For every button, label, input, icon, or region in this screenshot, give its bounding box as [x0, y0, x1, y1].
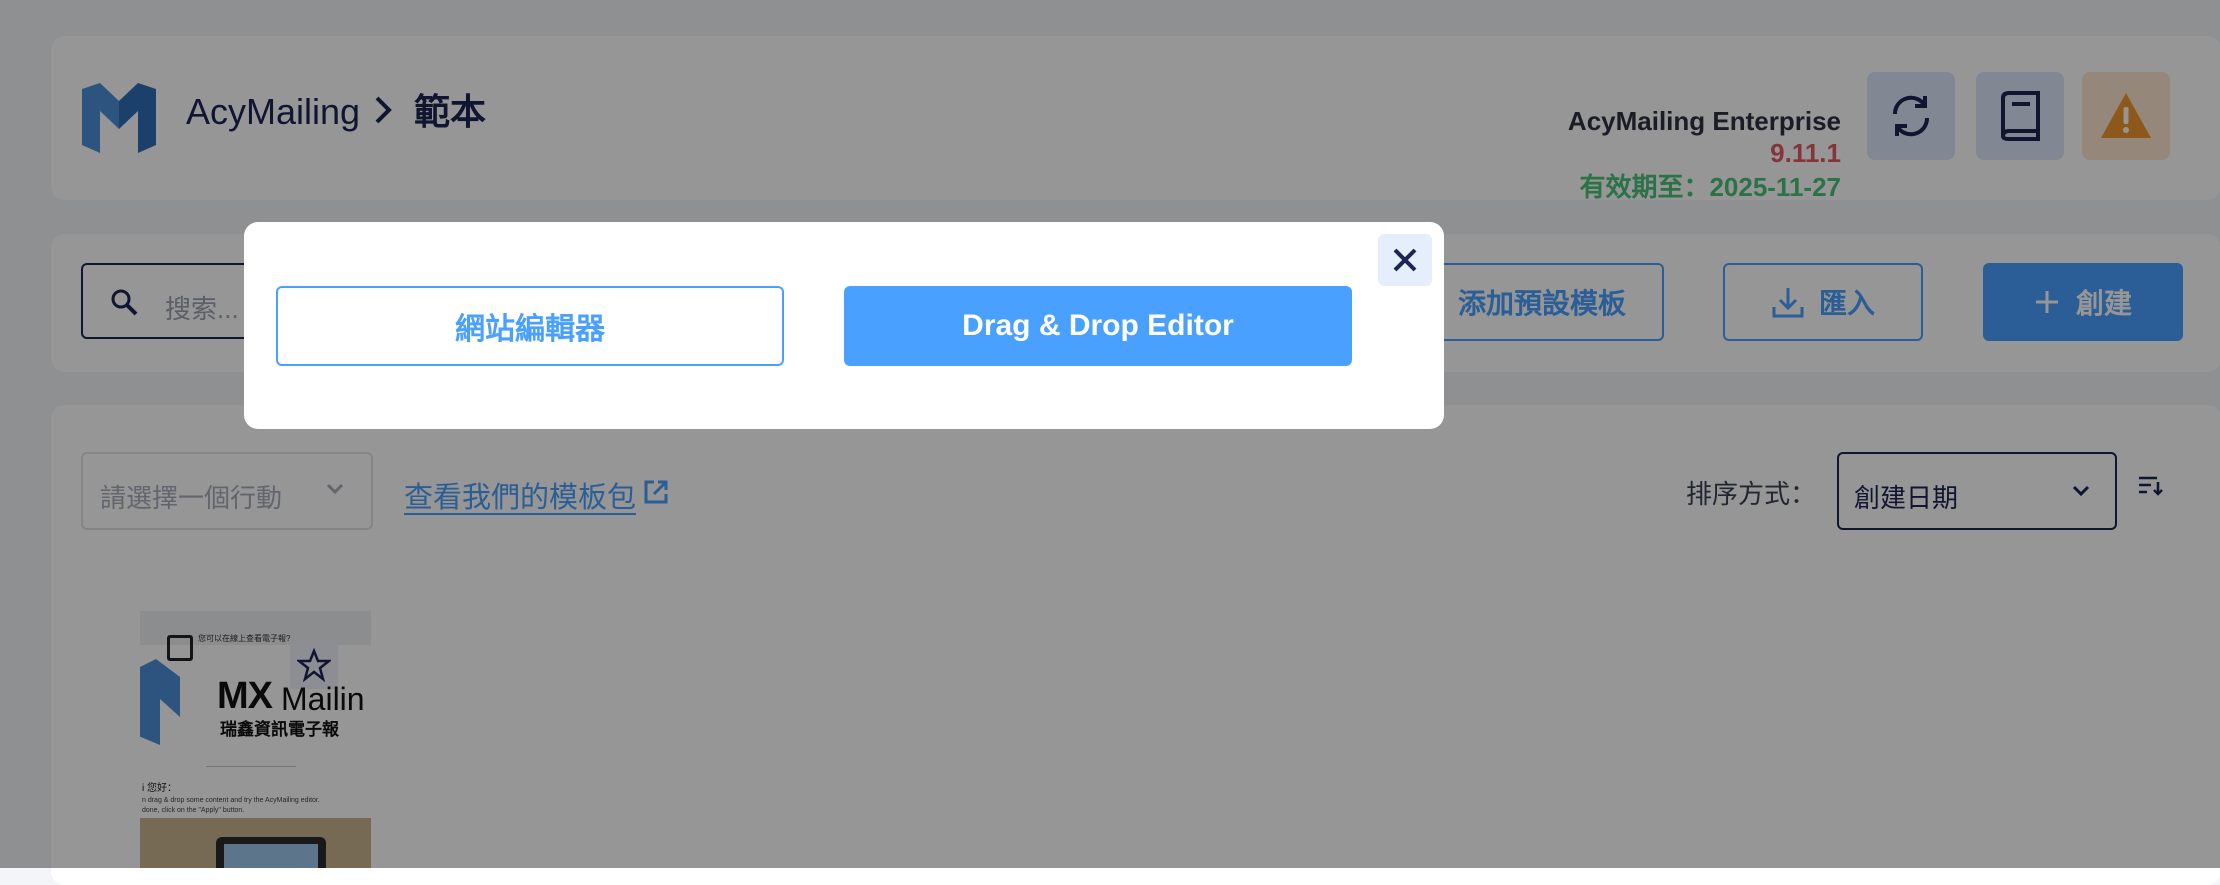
close-button[interactable] — [1378, 234, 1432, 286]
editor-choice-modal: 網站編輯器 Drag & Drop Editor — [244, 222, 1444, 429]
drag-drop-editor-label: Drag & Drop Editor — [962, 309, 1234, 342]
website-editor-button[interactable]: 網站編輯器 — [276, 286, 784, 366]
website-editor-label: 網站編輯器 — [455, 313, 605, 346]
drag-drop-editor-button[interactable]: Drag & Drop Editor — [844, 286, 1352, 366]
close-icon — [1393, 248, 1417, 272]
modal-backdrop[interactable] — [0, 0, 2220, 868]
